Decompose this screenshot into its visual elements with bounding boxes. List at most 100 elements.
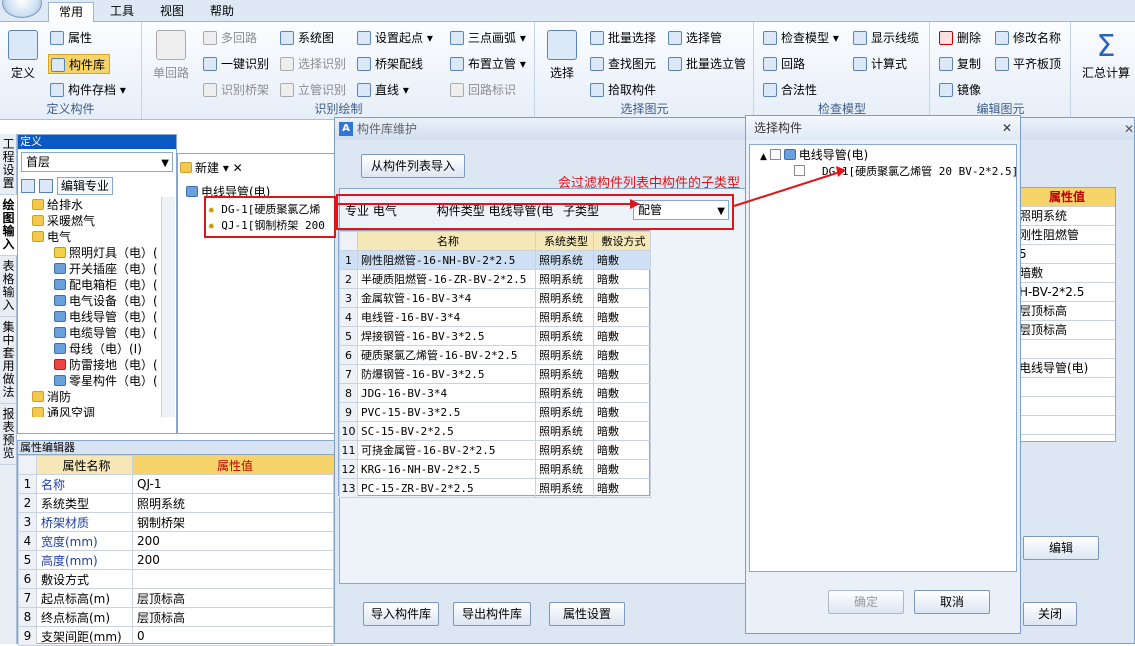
riser-recognize-button[interactable]: 立管识别 xyxy=(278,80,346,100)
tree-item-water[interactable]: 给排水 xyxy=(32,197,83,213)
table-row[interactable]: 5 焊接钢管-16-BV-3*2.5 照明系统 暗敷 xyxy=(339,326,651,346)
app-menu-button[interactable] xyxy=(2,0,42,18)
component-archive-button[interactable]: 构件存档 ▾ xyxy=(48,80,126,100)
close-button[interactable]: 关闭 xyxy=(1023,602,1077,626)
tree-item-distribution-box[interactable]: 配电箱柜（电）( xyxy=(54,277,158,293)
expand-all-icon[interactable] xyxy=(21,179,35,193)
property-value-cell[interactable] xyxy=(1015,340,1115,359)
select-recognize-button[interactable]: 选择识别 xyxy=(278,54,346,74)
nav-project-settings[interactable]: 工程设置 xyxy=(0,134,17,195)
align-slab-top-button[interactable]: 平齐板顶 xyxy=(993,54,1061,74)
mirror-button[interactable]: 镜像 xyxy=(937,80,981,100)
formula-button[interactable]: 计算式 xyxy=(851,54,907,74)
tray-wiring-button[interactable]: 桥架配线 xyxy=(355,54,423,74)
close-icon[interactable]: ✕ xyxy=(1122,118,1135,140)
table-row[interactable]: 11 可挠金属管-16-BV-2*2.5 照明系统 暗敷 xyxy=(339,440,651,460)
export-library-button[interactable]: 导出构件库 xyxy=(453,602,531,626)
tree-item-lighting[interactable]: 照明灯具（电）( xyxy=(54,245,158,261)
property-value-cell[interactable] xyxy=(1015,378,1115,397)
nav-report-preview[interactable]: 报表预览 xyxy=(0,404,17,465)
set-start-button[interactable]: 设置起点 ▾ xyxy=(355,28,433,48)
place-riser-button[interactable]: 布置立管 ▾ xyxy=(448,54,526,74)
nav-apply-method[interactable]: 集中套用做法 xyxy=(0,317,17,404)
table-row[interactable]: 12 KRG-16-NH-BV-2*2.5 照明系统 暗敷 xyxy=(339,459,651,479)
table-row[interactable]: 1 刚性阻燃管-16-NH-BV-2*2.5 照明系统 暗敷 xyxy=(339,250,651,270)
line-button[interactable]: 直线 ▾ xyxy=(355,80,409,100)
table-row[interactable]: 13 PC-15-ZR-BV-2*2.5 照明系统 暗敷 xyxy=(339,478,651,498)
edit-button[interactable]: 编辑 xyxy=(1023,536,1099,560)
table-row[interactable]: 3 金属软管-16-BV-3*4 照明系统 暗敷 xyxy=(339,288,651,308)
floor-select[interactable]: 首层 ▼ xyxy=(21,152,173,172)
table-row[interactable]: 4 电线管-16-BV-3*4 照明系统 暗敷 xyxy=(339,307,651,327)
tree-item-fire[interactable]: 消防 xyxy=(32,389,71,405)
validity-button[interactable]: 合法性 xyxy=(761,80,817,100)
close-icon[interactable]: ✕ xyxy=(1002,116,1012,140)
multi-loop-button[interactable]: 多回路 xyxy=(201,28,257,48)
property-value-cell[interactable] xyxy=(1015,416,1115,435)
property-value-cell[interactable]: 照明系统 xyxy=(1015,207,1115,226)
property-value-cell[interactable]: 层顶标高 xyxy=(1015,321,1115,340)
tree-item-hvac[interactable]: 通风空调 xyxy=(32,405,95,417)
delete-icon xyxy=(939,31,953,45)
edit-specialty-button[interactable]: 编辑专业 xyxy=(57,177,114,195)
tree-item-wire-conduit[interactable]: 电线导管（电）( xyxy=(54,309,158,325)
tree-item-switch[interactable]: 开关插座（电）( xyxy=(54,261,158,277)
rename-button[interactable]: 修改名称 xyxy=(993,28,1061,48)
tab-view[interactable]: 视图 xyxy=(150,2,194,22)
tab-tools[interactable]: 工具 xyxy=(100,2,144,22)
table-row[interactable]: 10 SC-15-BV-2*2.5 照明系统 暗敷 xyxy=(339,421,651,441)
loop-button[interactable]: 回路 xyxy=(761,54,805,74)
property-settings-button[interactable]: 属性设置 xyxy=(549,602,625,626)
select-button[interactable]: 选择 xyxy=(544,30,580,81)
table-row[interactable]: 7 防爆钢管-16-BV-3*2.5 照明系统 暗敷 xyxy=(339,364,651,384)
collapse-all-icon[interactable] xyxy=(39,179,53,193)
property-value-cell[interactable]: H-BV-2*2.5 xyxy=(1015,283,1115,302)
tree-item-lightning[interactable]: 防雷接地（电）( xyxy=(54,357,158,373)
new-component-button[interactable]: 新建 ▾ ✕ xyxy=(180,158,243,178)
property-value-cell[interactable] xyxy=(1015,397,1115,416)
recognize-tray-button[interactable]: 识别桥架 xyxy=(201,80,269,100)
property-value-cell[interactable]: 5 xyxy=(1015,245,1115,264)
table-row[interactable]: 2 半硬质阻燃管-16-ZR-BV-2*2.5 照明系统 暗敷 xyxy=(339,269,651,289)
tree-item-electrical[interactable]: 电气 xyxy=(32,229,71,245)
import-library-button[interactable]: 导入构件库 xyxy=(363,602,439,626)
select-pipe-button[interactable]: 选择管 xyxy=(666,28,722,48)
nav-table-input[interactable]: 表格输入 xyxy=(0,256,17,317)
loop-label-button[interactable]: 回路标识 xyxy=(448,80,516,100)
delete-button[interactable]: 删除 xyxy=(937,28,981,48)
summary-calc-button[interactable]: Σ 汇总计算 xyxy=(1080,30,1132,81)
tree-item-equipment[interactable]: 电气设备（电）( xyxy=(54,293,158,309)
tree-item-misc[interactable]: 零星构件（电）( xyxy=(54,373,158,389)
property-value-cell[interactable]: 暗敷 xyxy=(1015,264,1115,283)
property-value-cell[interactable]: 层顶标高 xyxy=(1015,302,1115,321)
pick-component-button[interactable]: 拾取构件 xyxy=(588,80,656,100)
tree-item-busbar[interactable]: 母线（电）(I) xyxy=(54,341,142,357)
three-point-arc-button[interactable]: 三点画弧 ▾ xyxy=(448,28,526,48)
single-loop-button[interactable]: 单回路 xyxy=(151,30,191,81)
table-row[interactable]: 9 PVC-15-BV-3*2.5 照明系统 暗敷 xyxy=(339,402,651,422)
cancel-button[interactable]: 取消 xyxy=(914,590,990,614)
find-element-button[interactable]: 查找图元 xyxy=(588,54,656,74)
define-tree-scrollbar[interactable] xyxy=(161,197,175,417)
tree-item-heating[interactable]: 采暖燃气 xyxy=(32,213,95,229)
copy-button[interactable]: 复制 xyxy=(937,54,981,74)
table-row[interactable]: 6 硬质聚氯乙烯管-16-BV-2*2.5 照明系统 暗敷 xyxy=(339,345,651,365)
table-row[interactable]: 8 JDG-16-BV-3*4 照明系统 暗敷 xyxy=(339,383,651,403)
tab-common[interactable]: 常用 xyxy=(48,2,95,22)
property-value-cell[interactable]: 电线导管(电) xyxy=(1015,359,1115,378)
define-button[interactable]: 定义 xyxy=(6,30,40,81)
batch-select-riser-button[interactable]: 批量选立管 xyxy=(666,54,746,74)
property-value-cell[interactable]: 刚性阻燃管 xyxy=(1015,226,1115,245)
system-diagram-button[interactable]: 系统图 xyxy=(278,28,334,48)
show-cables-button[interactable]: 显示线缆 xyxy=(851,28,919,48)
one-click-recognize-button[interactable]: 一键识别 xyxy=(201,54,269,74)
tree-item-cable-conduit[interactable]: 电缆导管（电）( xyxy=(54,325,158,341)
check-model-button[interactable]: 检查模型 ▾ xyxy=(761,28,839,48)
nav-drawing-input[interactable]: 绘图输入 xyxy=(0,195,17,256)
component-library-button[interactable]: 构件库 xyxy=(48,54,110,74)
checkbox[interactable] xyxy=(769,149,781,160)
ok-button[interactable]: 确定 xyxy=(828,590,904,614)
properties-button[interactable]: 属性 xyxy=(48,28,92,48)
tab-help[interactable]: 帮助 xyxy=(200,2,244,22)
batch-select-button[interactable]: 批量选择 xyxy=(588,28,656,48)
